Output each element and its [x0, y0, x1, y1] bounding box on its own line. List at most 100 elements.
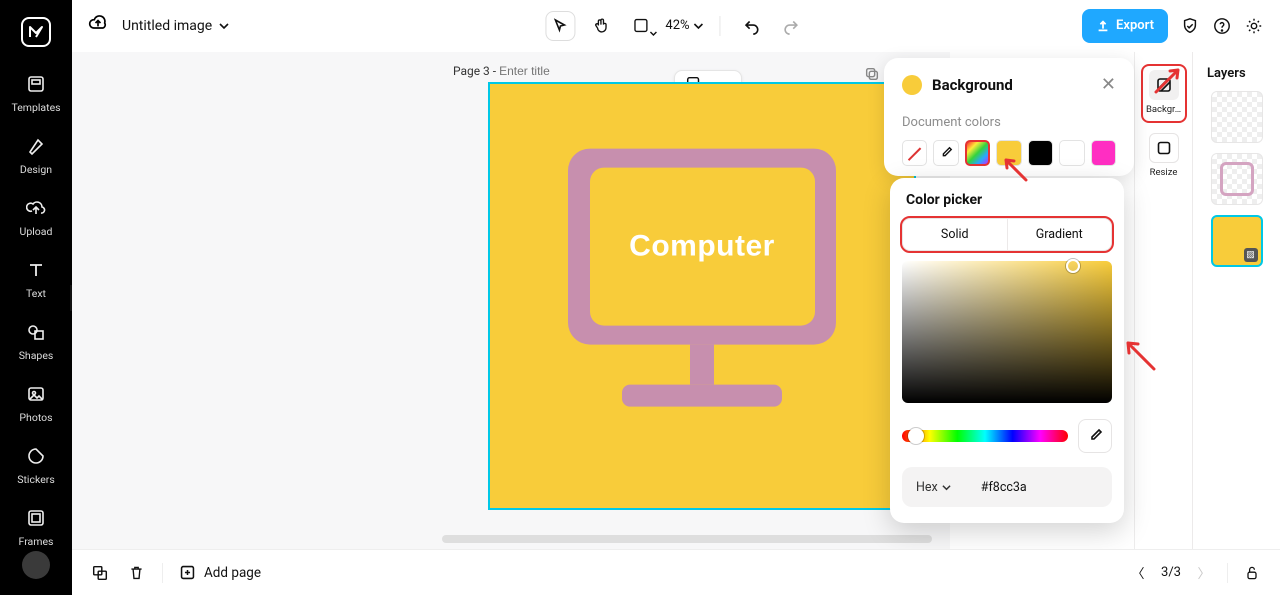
swatch-magenta[interactable]	[1091, 140, 1116, 166]
page-title-input[interactable]	[499, 64, 569, 78]
resize-tool[interactable]: Resize	[1141, 129, 1187, 184]
resize-icon	[1149, 133, 1179, 163]
crop-tool[interactable]	[625, 11, 655, 41]
swatch-yellow[interactable]	[996, 140, 1021, 166]
rail-shapes[interactable]: Shapes	[0, 322, 72, 362]
shield-icon[interactable]	[1180, 16, 1200, 36]
document-title-text: Untitled image	[122, 18, 212, 34]
swatch-black[interactable]	[1028, 140, 1053, 166]
rail-upload[interactable]: Upload	[0, 198, 72, 238]
pages-grid-icon[interactable]	[90, 563, 110, 583]
settings-icon[interactable]	[1244, 16, 1264, 36]
rail-design[interactable]: Design	[0, 136, 72, 176]
separator	[1227, 563, 1228, 583]
zoom-level[interactable]: 42%	[665, 18, 703, 33]
text-icon	[0, 260, 72, 283]
rail-shapes-label: Shapes	[0, 349, 72, 362]
rail-photos-label: Photos	[0, 411, 72, 424]
app-logo[interactable]	[16, 12, 56, 52]
background-tool[interactable]: Backgr…	[1141, 64, 1187, 123]
background-panel-title: Background	[932, 76, 1013, 94]
swatch-color-picker[interactable]	[965, 140, 990, 166]
export-button[interactable]: Export	[1082, 9, 1168, 43]
delete-icon[interactable]	[126, 563, 146, 583]
tab-solid-label: Solid	[941, 227, 969, 242]
document-color-swatches	[902, 140, 1116, 166]
undo-button[interactable]	[737, 11, 767, 41]
color-picker-tabs: Solid Gradient	[902, 218, 1112, 251]
layer-thumb-background[interactable]: ▨	[1211, 215, 1263, 267]
rail-photos[interactable]: Photos	[0, 384, 72, 424]
tab-solid[interactable]: Solid	[903, 219, 1008, 250]
lock-icon[interactable]	[1242, 563, 1262, 583]
shapes-icon	[0, 322, 72, 345]
rail-frames[interactable]: Frames	[0, 508, 72, 548]
hex-value[interactable]: #f8cc3a	[981, 480, 1027, 495]
separator	[162, 563, 163, 583]
page-number-prefix: Page 3 -	[453, 64, 499, 78]
computer-shape[interactable]: Computer	[568, 149, 836, 417]
canvas-area[interactable]: Page 3 - ··· ··· Computer	[72, 52, 950, 549]
hex-label[interactable]: Hex	[916, 480, 951, 495]
tab-gradient-label: Gradient	[1036, 227, 1083, 242]
stickers-icon	[0, 446, 72, 469]
hue-thumb[interactable]	[908, 428, 924, 444]
export-icon	[1096, 19, 1110, 33]
layer-thumb-shape[interactable]	[1211, 153, 1263, 205]
resize-tool-label: Resize	[1141, 167, 1187, 178]
add-page-label: Add page	[204, 565, 261, 581]
chevron-down-icon	[218, 20, 230, 32]
zoom-value: 42%	[665, 18, 689, 33]
rail-stickers-label: Stickers	[0, 473, 72, 486]
page-indicator: 3/3	[1161, 565, 1181, 580]
rail-avatar[interactable]	[22, 551, 50, 579]
hex-row[interactable]: Hex #f8cc3a	[902, 467, 1112, 507]
saturation-value-field[interactable]	[902, 261, 1112, 403]
plus-page-icon	[179, 564, 196, 581]
horizontal-scrollbar[interactable]	[442, 535, 932, 543]
frames-icon	[0, 508, 72, 531]
page-label[interactable]: Page 3 -	[453, 64, 569, 78]
left-rail: Templates Design Upload Text Shapes Phot…	[0, 0, 72, 595]
layer-thumb-text[interactable]	[1211, 91, 1263, 143]
color-picker-title: Color picker	[902, 192, 1112, 218]
close-icon[interactable]: ✕	[1101, 74, 1116, 95]
rail-templates[interactable]: Templates	[0, 74, 72, 114]
document-title[interactable]: Untitled image	[122, 18, 230, 34]
canvas-text[interactable]: Computer	[629, 230, 775, 264]
hex-label-text: Hex	[916, 480, 938, 495]
hand-tool[interactable]	[585, 11, 615, 41]
page-tools-column: Backgr… Resize	[1134, 52, 1192, 549]
rail-upload-label: Upload	[0, 225, 72, 238]
separator	[720, 16, 721, 36]
topbar: Untitled image 42% Export	[72, 0, 1280, 52]
next-page: 〉	[1195, 563, 1213, 582]
design-icon	[0, 136, 72, 159]
hue-slider[interactable]	[902, 430, 1068, 442]
canvas[interactable]: Computer	[488, 82, 916, 510]
background-color-dot	[902, 75, 922, 95]
rail-templates-label: Templates	[0, 101, 72, 114]
main-area: Page 3 - ··· ··· Computer Layers	[72, 52, 1280, 549]
swatch-white[interactable]	[1059, 140, 1084, 166]
prev-page[interactable]: 〈	[1129, 563, 1147, 582]
templates-icon	[0, 74, 72, 97]
swatch-none[interactable]	[902, 140, 927, 166]
rail-stickers[interactable]: Stickers	[0, 446, 72, 486]
topbar-center: 42%	[545, 11, 806, 41]
tab-gradient[interactable]: Gradient	[1008, 219, 1112, 250]
select-tool[interactable]	[545, 11, 575, 41]
eyedropper-button[interactable]	[1078, 419, 1112, 453]
cloud-sync-icon[interactable]	[88, 13, 108, 38]
canvas-content: Computer	[500, 94, 904, 498]
swatch-eyedropper[interactable]	[933, 140, 958, 166]
sv-thumb[interactable]	[1066, 259, 1080, 273]
add-page-button[interactable]: Add page	[179, 564, 261, 581]
rail-design-label: Design	[0, 163, 72, 176]
layers-panel: Layers ▨	[1192, 52, 1280, 549]
color-picker-popover: Color picker Solid Gradient Hex #f8cc3a	[890, 178, 1124, 523]
redo-button[interactable]	[777, 11, 807, 41]
help-icon[interactable]	[1212, 16, 1232, 36]
rail-text[interactable]: Text	[0, 260, 72, 300]
photos-icon	[0, 384, 72, 407]
